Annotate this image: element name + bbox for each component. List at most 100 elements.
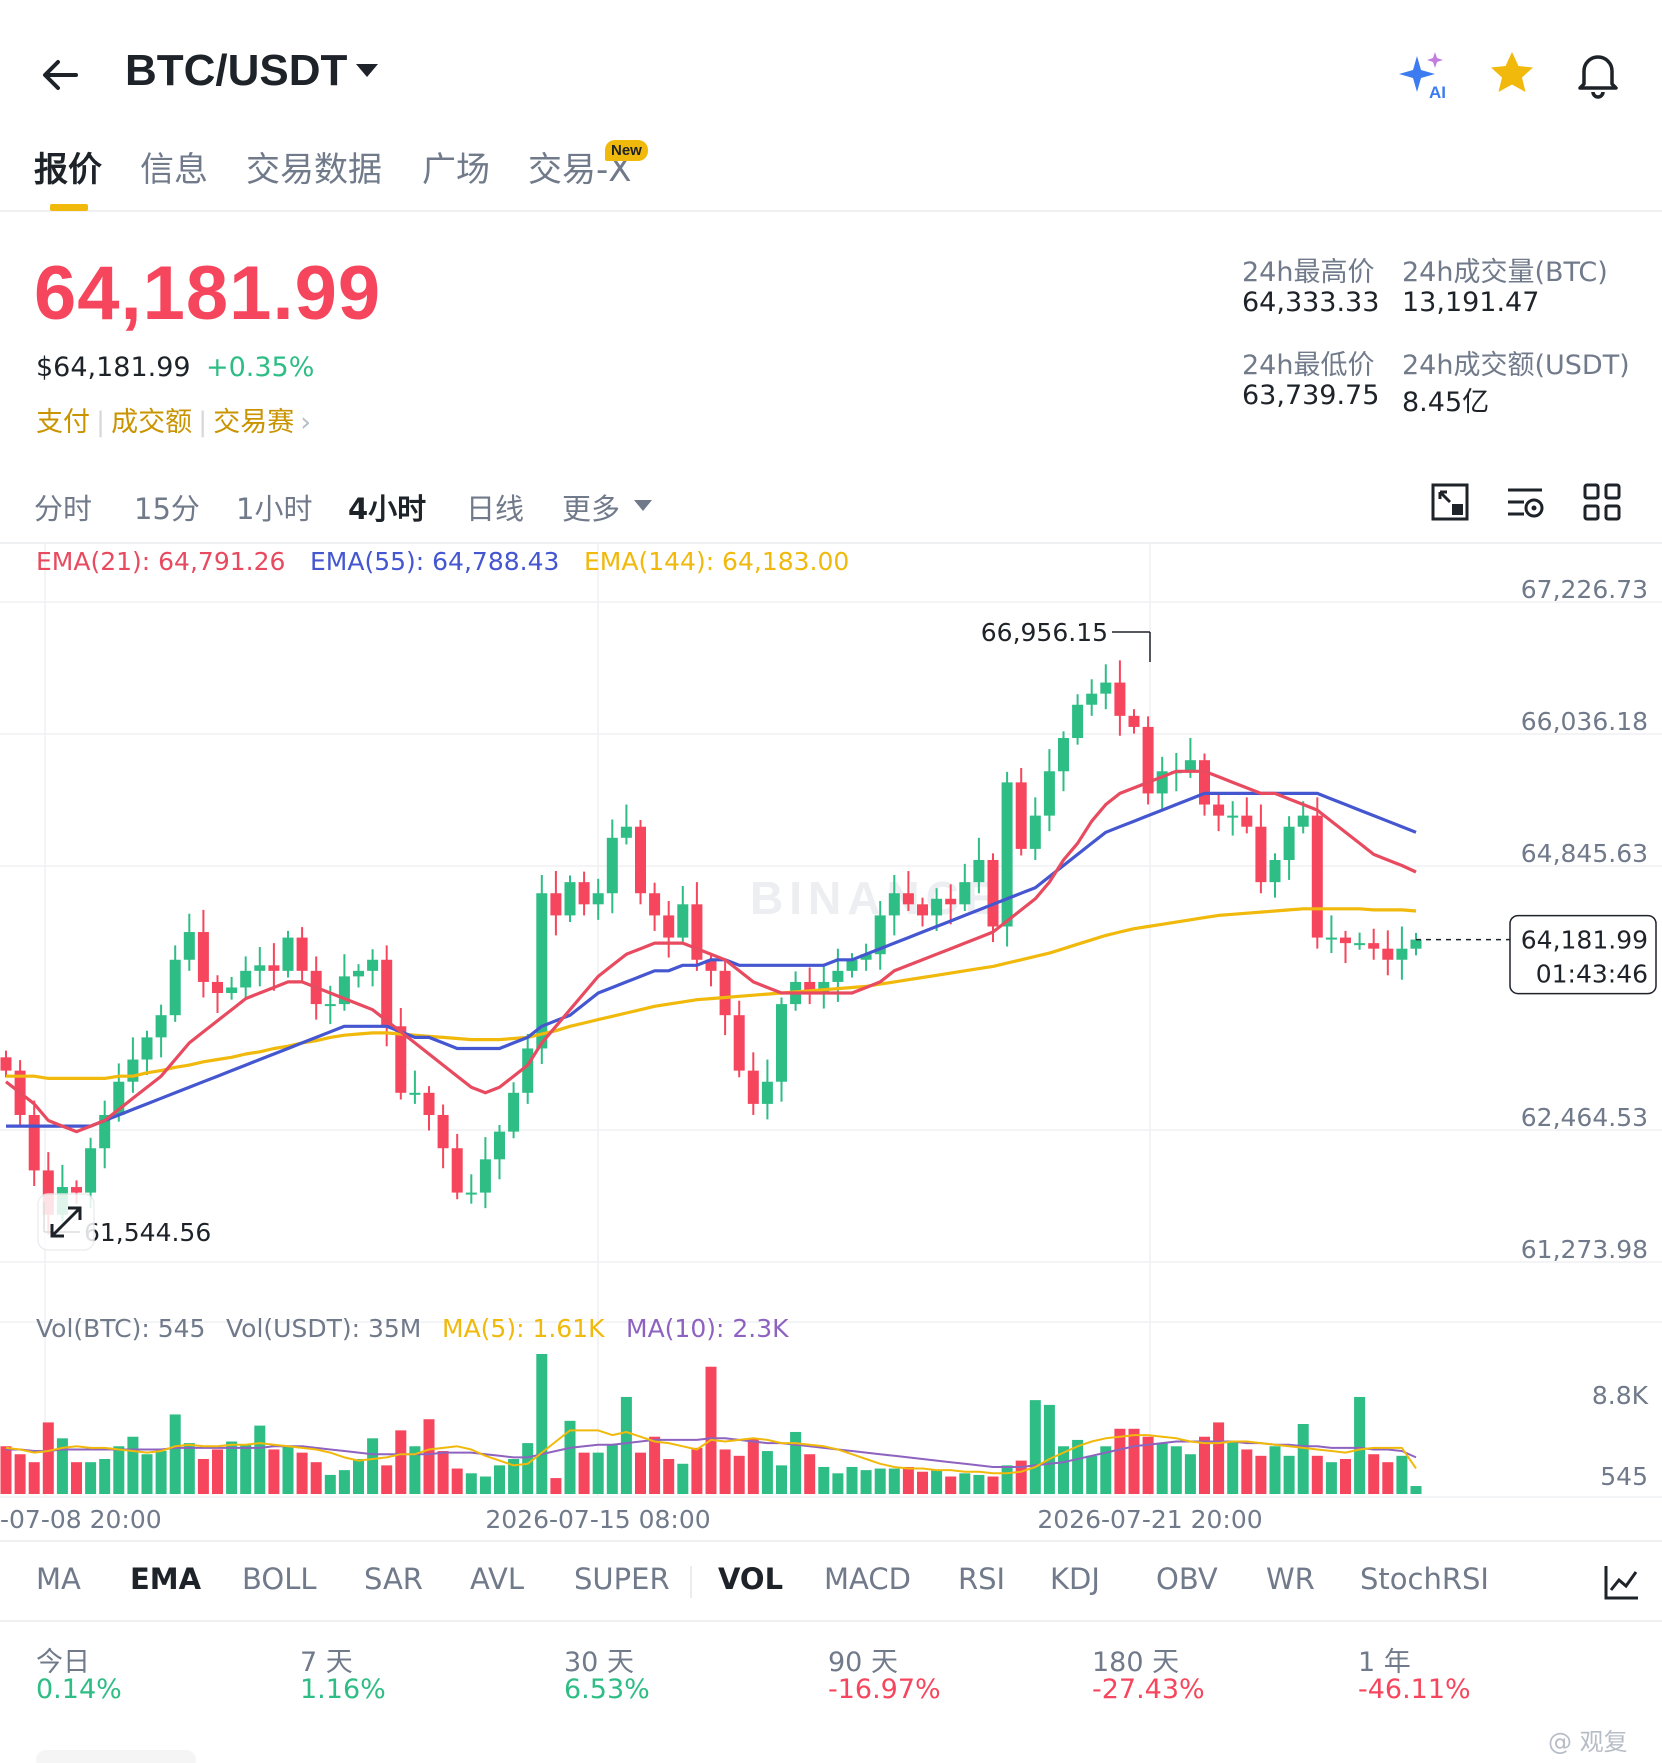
indicator-sar[interactable]: SAR xyxy=(364,1562,423,1596)
volume-bar xyxy=(1297,1424,1309,1494)
volume-bar xyxy=(381,1465,393,1494)
volume-bar xyxy=(691,1447,703,1494)
stat-high-label: 24h最高价 xyxy=(1242,257,1375,288)
tab-trading-data[interactable]: 交易数据 xyxy=(246,142,382,191)
indicator-boll[interactable]: BOLL xyxy=(242,1562,317,1596)
volume-legend-item: Vol(BTC): 545 xyxy=(36,1314,205,1343)
tab-quote[interactable]: 报价 xyxy=(34,142,102,191)
active-tab-indicator xyxy=(50,204,88,211)
candle-body xyxy=(1058,738,1069,772)
candle-body xyxy=(423,1092,435,1115)
interval-1d[interactable]: 日线 xyxy=(466,486,524,528)
chevron-right-icon[interactable]: › xyxy=(300,407,311,438)
candle-body xyxy=(522,1048,534,1093)
volume-bar xyxy=(1368,1454,1380,1494)
interval-15m[interactable]: 15分 xyxy=(134,486,200,528)
candle-body xyxy=(1029,815,1041,849)
volume-bar xyxy=(550,1478,562,1494)
volume-bar xyxy=(465,1473,477,1494)
indicator-avl[interactable]: AVL xyxy=(470,1562,524,1596)
candle-body xyxy=(973,859,985,883)
chart-indicator-icon[interactable] xyxy=(1602,1562,1642,1602)
candle-body xyxy=(1368,943,1380,949)
volume-bar xyxy=(85,1462,97,1494)
candle-body xyxy=(465,1192,477,1195)
indicator-vol[interactable]: VOL xyxy=(718,1562,783,1596)
tab-info[interactable]: 信息 xyxy=(140,142,208,191)
bottom-pill xyxy=(36,1750,196,1763)
candle-body xyxy=(931,898,943,916)
volume-bar xyxy=(536,1354,548,1494)
link-pay[interactable]: 支付 xyxy=(36,407,90,438)
ai-sparkle-icon[interactable]: AI xyxy=(1395,46,1451,102)
pair-title[interactable]: BTC/USDT xyxy=(125,46,347,96)
candle-body xyxy=(169,959,181,1016)
volume-bar xyxy=(141,1454,153,1494)
volume-bar xyxy=(1241,1449,1253,1494)
bell-icon[interactable] xyxy=(1570,46,1626,102)
interval-tick[interactable]: 分时 xyxy=(34,486,92,528)
volume-bar xyxy=(973,1474,985,1494)
volume-bar xyxy=(395,1430,407,1494)
candle-body xyxy=(1114,682,1126,716)
indicator-obv[interactable]: OBV xyxy=(1156,1562,1218,1596)
volume-bar xyxy=(860,1470,872,1494)
tab-square[interactable]: 广场 xyxy=(422,142,490,191)
volume-bar xyxy=(1114,1428,1126,1494)
y-axis-tick-label: 62,464.53 xyxy=(1521,1103,1648,1132)
volume-legend-item: Vol(USDT): 35M xyxy=(226,1314,421,1343)
perf-value-30d: 6.53% xyxy=(564,1674,650,1705)
indicator-rsi[interactable]: RSI xyxy=(958,1562,1005,1596)
candle-body xyxy=(85,1148,97,1193)
link-turnover[interactable]: 成交额 xyxy=(111,407,192,438)
candle-body xyxy=(776,1004,787,1082)
indicator-macd[interactable]: MACD xyxy=(824,1562,911,1596)
stat-low-label: 24h最低价 xyxy=(1242,350,1375,381)
volume-bar xyxy=(14,1454,26,1494)
indicator-kdj[interactable]: KDJ xyxy=(1050,1562,1100,1596)
volume-bar xyxy=(42,1422,54,1494)
interval-more[interactable]: 更多 xyxy=(562,486,620,528)
volume-bar xyxy=(677,1463,689,1494)
indicator-bar: MA EMA BOLL SAR AVL SUPER VOL MACD RSI K… xyxy=(0,1540,1662,1622)
candle-body xyxy=(1072,704,1084,739)
indicator-ema[interactable]: EMA xyxy=(130,1562,201,1596)
candlestick-chart[interactable]: BINANCE EMA(21): 64,791.26 EMA(55): 64,78… xyxy=(0,542,1662,1540)
volume-bar xyxy=(719,1449,731,1494)
candle-body xyxy=(240,970,252,988)
link-competition[interactable]: 交易赛 xyxy=(213,407,294,438)
layout-grid-icon[interactable] xyxy=(1580,480,1624,524)
perf-value-7d: 1.16% xyxy=(300,1674,386,1705)
indicator-settings-icon[interactable] xyxy=(1504,480,1548,524)
pair-dropdown-caret-icon[interactable] xyxy=(356,64,378,77)
x-axis-tick-label: 2026-07-21 20:00 xyxy=(1037,1505,1262,1534)
main-tabs: 报价 信息 交易数据 广场 交易-X New xyxy=(0,130,1662,212)
fullscreen-icon[interactable] xyxy=(1428,480,1472,524)
indicator-super[interactable]: SUPER xyxy=(574,1562,670,1596)
star-icon[interactable] xyxy=(1484,46,1540,102)
back-arrow-icon[interactable] xyxy=(36,50,86,100)
candle-body xyxy=(1297,815,1309,827)
volume-bar xyxy=(1410,1486,1422,1494)
indicator-ma[interactable]: MA xyxy=(36,1562,81,1596)
candle-body xyxy=(1015,782,1027,849)
stat-vol-usdt-label: 24h成交额(USDT) xyxy=(1402,350,1630,381)
volume-bar xyxy=(0,1446,12,1494)
volume-bar xyxy=(113,1446,125,1494)
candle-body xyxy=(409,1092,421,1095)
indicator-stochrsi[interactable]: StochRSI xyxy=(1360,1562,1489,1596)
stat-high-value: 64,333.33 xyxy=(1242,287,1380,318)
last-price: 64,181.99 xyxy=(34,251,382,336)
volume-bar xyxy=(917,1471,928,1494)
indicator-wr[interactable]: WR xyxy=(1266,1562,1315,1596)
candle-body xyxy=(578,882,590,905)
interval-4h[interactable]: 4小时 xyxy=(348,486,426,528)
candle-body xyxy=(508,1092,520,1132)
candle-body xyxy=(324,1004,336,1007)
chevron-down-icon[interactable] xyxy=(634,500,652,511)
volume-legend-item: MA(5): 1.61K xyxy=(442,1314,605,1343)
candle-body xyxy=(254,965,266,971)
candle-body xyxy=(1199,760,1210,805)
interval-1h[interactable]: 1小时 xyxy=(236,486,312,528)
volume-bar xyxy=(761,1451,773,1494)
